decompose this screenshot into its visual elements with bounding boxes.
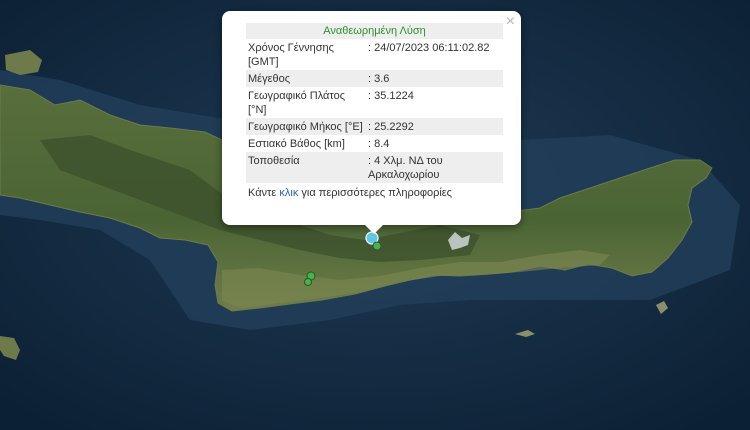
location-label: Τοποθεσία	[246, 152, 366, 183]
magnitude-value: : 3.6	[366, 70, 503, 87]
origin-time-value: : 24/07/2023 06:11:02.82	[368, 42, 490, 54]
magnitude-label: Μέγεθος	[246, 70, 366, 87]
earthquake-details-table: Χρόνος Γέννησης [GMT] : 24/07/2023 06:11…	[246, 39, 503, 183]
more-info-suffix: για περισσότερες πληροφορίες	[298, 187, 452, 199]
close-icon[interactable]: ×	[506, 13, 515, 31]
more-info-text: Κάντε κλικ για περισσότερες πληροφορίες	[246, 186, 503, 200]
table-row: Γεωγραφικό Μήκος [°E] : 25.2292	[246, 118, 503, 135]
table-row: Χρόνος Γέννησης [GMT] : 24/07/2023 06:11…	[246, 39, 503, 70]
earthquake-marker[interactable]	[372, 241, 382, 251]
earthquake-info-popup: × Αναθεωρημένη Λύση Χρόνος Γέννησης [GMT…	[222, 11, 521, 234]
longitude-label: Γεωγραφικό Μήκος [°E]	[246, 118, 366, 135]
depth-label: Εστιακό Βάθος [km]	[248, 138, 345, 150]
table-row: Εστιακό Βάθος [km] : 8.4	[246, 135, 503, 152]
longitude-value: : 25.2292	[366, 118, 503, 135]
location-value: : 4 Χλμ. ΝΔ του Αρκαλοχωρίου	[366, 152, 503, 183]
depth-value: : 8.4	[368, 138, 390, 150]
popup-title: Αναθεωρημένη Λύση	[246, 23, 503, 39]
latitude-value: : 35.1224	[368, 90, 414, 102]
table-row: Τοποθεσία : 4 Χλμ. ΝΔ του Αρκαλοχωρίου	[246, 152, 503, 183]
origin-time-label: Χρόνος Γέννησης [GMT]	[248, 42, 334, 68]
more-info-link[interactable]: κλικ	[279, 187, 298, 199]
table-row: Μέγεθος : 3.6	[246, 70, 503, 87]
latitude-label: Γεωγραφικό Πλάτος [°N]	[248, 90, 346, 116]
more-info-prefix: Κάντε	[248, 187, 280, 199]
earthquake-marker[interactable]	[304, 278, 312, 286]
table-row: Γεωγραφικό Πλάτος [°N] : 35.1224	[246, 87, 503, 118]
